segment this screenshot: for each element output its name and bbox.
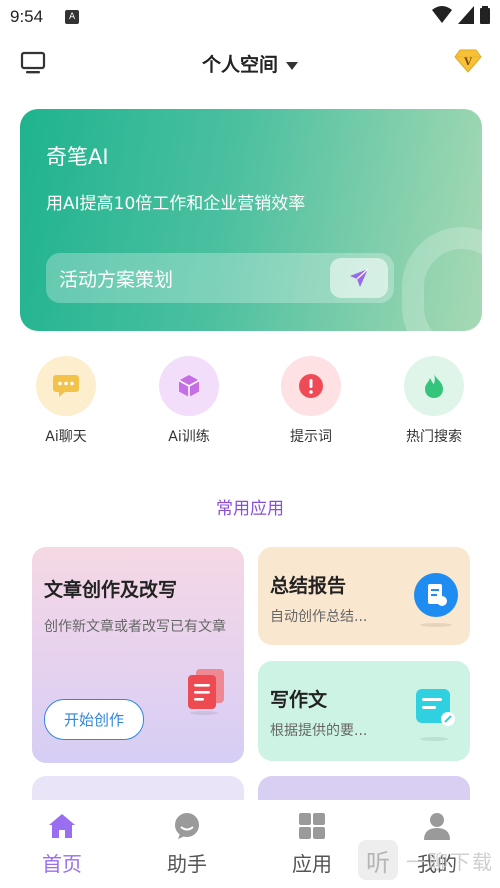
- decorative-ring: [402, 227, 482, 331]
- chevron-down-icon: [286, 61, 298, 70]
- report-icon: [412, 571, 460, 631]
- app-card-essay[interactable]: 写作文 根据提供的要...: [258, 661, 470, 761]
- status-indicators: [432, 6, 490, 24]
- alert-icon: [281, 356, 341, 416]
- signal-icon: [458, 6, 474, 24]
- notification-icon: A: [65, 10, 80, 24]
- watermark: 听 一聊下载: [358, 840, 494, 880]
- watermark-logo: 听: [358, 840, 398, 880]
- app-card-article[interactable]: 文章创作及改写 创作新文章或者改写已有文章 开始创作: [32, 547, 244, 763]
- status-time: 9:54: [10, 7, 44, 26]
- app-card-title: 总结报告: [270, 575, 347, 597]
- quick-action-prompts[interactable]: 提示词: [266, 356, 356, 446]
- chat-icon: [36, 356, 96, 416]
- battery-icon: [480, 6, 490, 24]
- person-icon: [424, 813, 450, 840]
- start-creating-button[interactable]: 开始创作: [44, 699, 144, 740]
- note-edit-icon: [414, 687, 458, 745]
- grid-icon: [299, 813, 325, 839]
- watermark-text: 一聊下载: [406, 849, 494, 874]
- hero-subtitle: 用AI提高10倍工作和企业营销效率: [46, 194, 306, 214]
- nav-apps[interactable]: 应用: [262, 812, 362, 877]
- home-icon: [49, 814, 75, 838]
- top-bar: 个人空间 V: [0, 40, 500, 84]
- nav-home[interactable]: 首页: [12, 812, 112, 877]
- app-card-desc: 创作新文章或者改写已有文章: [44, 619, 226, 635]
- app-card-summary[interactable]: 总结报告 自动创作总结...: [258, 547, 470, 645]
- flame-icon: [404, 356, 464, 416]
- app-card-desc: 自动创作总结...: [270, 609, 368, 625]
- page-title: 个人空间: [201, 54, 278, 76]
- send-button[interactable]: [330, 258, 388, 298]
- cube-icon: [159, 356, 219, 416]
- svg-text:V: V: [463, 57, 472, 68]
- quick-action-ai-chat[interactable]: Ai聊天: [21, 356, 111, 446]
- quick-action-ai-training[interactable]: Ai训练: [144, 356, 234, 446]
- nav-label: 首页: [42, 852, 82, 876]
- hero-search-input[interactable]: 活动方案策划: [46, 253, 394, 303]
- space-switcher[interactable]: 个人空间: [0, 50, 500, 77]
- status-bar: 9:54 A: [0, 0, 500, 34]
- hero-banner: 奇笔AI 用AI提高10倍工作和企业营销效率 活动方案策划: [20, 109, 482, 331]
- send-icon: [350, 268, 369, 287]
- nav-label: 助手: [167, 852, 207, 876]
- wifi-icon: [432, 6, 452, 23]
- quick-action-label: 热门搜索: [406, 429, 462, 445]
- app-card-title: 文章创作及改写: [44, 579, 178, 601]
- quick-action-hot-search[interactable]: 热门搜索: [389, 356, 479, 446]
- hero-title: 奇笔AI: [46, 145, 109, 169]
- quick-action-label: Ai聊天: [45, 429, 87, 445]
- search-placeholder: 活动方案策划: [59, 269, 174, 291]
- section-title: 常用应用: [216, 499, 284, 519]
- document-stack-icon: [184, 667, 228, 719]
- vip-diamond-icon[interactable]: V: [454, 48, 482, 78]
- nav-assistant[interactable]: 助手: [137, 812, 237, 877]
- app-card-desc: 根据提供的要...: [270, 723, 368, 739]
- chat-bubble-icon: [175, 813, 199, 839]
- nav-label: 应用: [292, 852, 332, 876]
- quick-action-label: 提示词: [290, 429, 332, 445]
- app-card-title: 写作文: [270, 689, 328, 711]
- quick-action-label: Ai训练: [168, 429, 210, 445]
